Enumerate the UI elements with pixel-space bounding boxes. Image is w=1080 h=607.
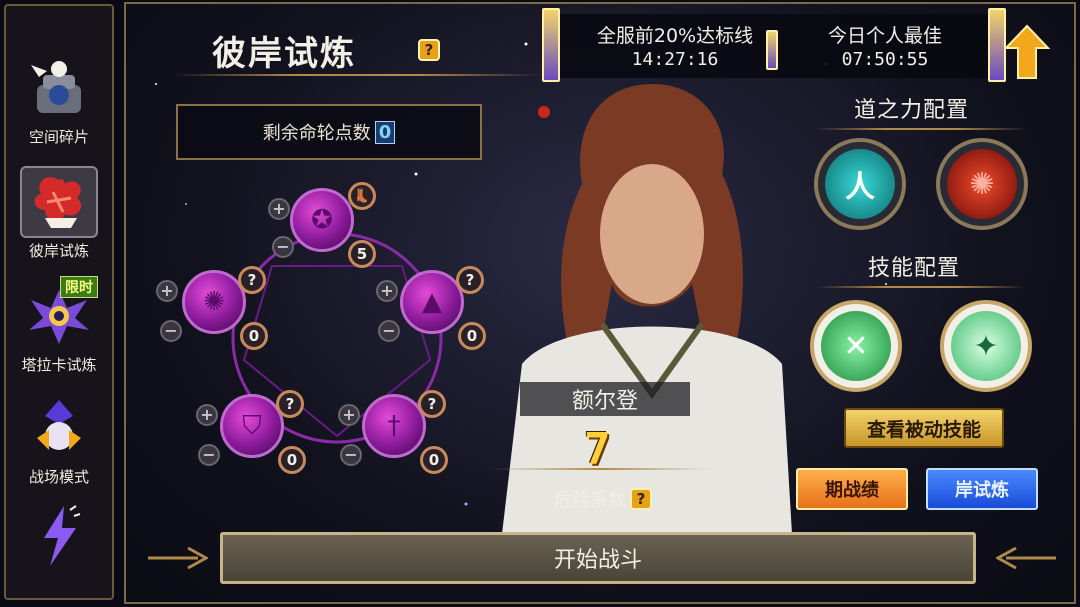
trial-tab-button[interactable]: 岸试炼	[926, 468, 1038, 510]
start-battle-button[interactable]: 开始战斗	[220, 532, 976, 584]
title-divider	[172, 74, 542, 76]
ornament-left-icon	[148, 546, 208, 570]
limited-time-badge: 限时	[60, 276, 98, 298]
skill-orb-arrows[interactable]: ✦	[940, 300, 1032, 392]
sidebar-item-extra[interactable]	[12, 500, 106, 600]
lightning-icon	[20, 500, 98, 572]
dao-orb-human[interactable]: 人	[814, 138, 906, 230]
fate-node-level: 0	[420, 446, 448, 474]
sidebar-item-space-fragment[interactable]: 空间碎片	[12, 52, 106, 152]
fate-node-bottom-right[interactable]: †	[362, 394, 426, 458]
node-locked-badge: ?	[238, 266, 266, 294]
danger-divider	[490, 468, 710, 470]
arrow-rain-icon: ✦	[951, 311, 1021, 381]
flame-rune-icon: ✺	[947, 149, 1017, 219]
hero-name: 额尔登	[520, 382, 690, 416]
dao-divider	[816, 128, 1026, 130]
fate-points-label: 剩余命轮点数	[262, 123, 371, 144]
danger-level-label: 危险系数	[554, 490, 626, 511]
node-locked-badge: ?	[456, 266, 484, 294]
fate-node-top[interactable]: ✪	[290, 188, 354, 252]
sidebar-item-taraka[interactable]: 限时 塔拉卡试炼	[12, 276, 106, 380]
arrow-up-icon[interactable]	[1004, 24, 1050, 80]
node-plus-button[interactable]: +	[196, 404, 218, 426]
node-minus-button[interactable]: −	[198, 444, 220, 466]
personal-best-label: 今日个人最佳	[827, 25, 942, 47]
ornament-right-icon	[996, 546, 1056, 570]
battlefield-crystal-icon	[20, 392, 98, 464]
fate-node-level: 5	[348, 240, 376, 268]
node-plus-button[interactable]: +	[268, 198, 290, 220]
skill-divider	[816, 286, 1026, 288]
node-minus-button[interactable]: −	[160, 320, 182, 342]
trial-panel: 彼岸试炼 ? 剩余命轮点数 0 全服前20%达标线 14:27:16 今日个人最…	[124, 2, 1076, 604]
personal-best-stat: 今日个人最佳 07:50:55	[800, 24, 970, 72]
dao-orb-flame[interactable]: ✺	[936, 138, 1028, 230]
node-locked-badge: ?	[418, 390, 446, 418]
crossed-blades-icon: ✕	[821, 311, 891, 381]
node-minus-button[interactable]: −	[272, 236, 294, 258]
fate-node-level: 0	[240, 322, 268, 350]
danger-help-button[interactable]: ?	[630, 488, 652, 510]
fate-node-bottom-left[interactable]: ⛉	[220, 394, 284, 458]
dao-config-title: 道之力配置	[854, 98, 970, 123]
title-help-button[interactable]: ?	[418, 39, 440, 61]
page-title: 彼岸试炼	[212, 34, 356, 74]
hero-portrait	[502, 84, 792, 534]
sidebar-item-label: 彼岸试炼	[28, 242, 89, 260]
sidebar-item-label: 空间碎片	[28, 128, 89, 146]
fate-node-left[interactable]: ✺	[182, 270, 246, 334]
fate-node-level: 0	[458, 322, 486, 350]
fate-node-level: 0	[278, 446, 306, 474]
sidebar-item-label: 战场模式	[28, 468, 89, 486]
danger-level-row: 危险系数 ?	[554, 486, 652, 512]
sidebar-item-trial[interactable]: 彼岸试炼	[12, 166, 106, 266]
season-record-button[interactable]: 期战绩	[796, 468, 908, 510]
sidebar-item-battlefield[interactable]: 战场模式	[12, 392, 106, 492]
node-plus-button[interactable]: +	[338, 404, 360, 426]
game-screen: 空间碎片 彼岸试炼 限时 塔拉卡试炼 战场模式 彼岸试炼 ? 剩余命轮点数 0 …	[0, 0, 1080, 607]
node-plus-button[interactable]: +	[376, 280, 398, 302]
fate-node-right[interactable]: ▲	[400, 270, 464, 334]
personal-best-time: 07:50:55	[841, 49, 929, 70]
node-locked-badge: ?	[276, 390, 304, 418]
mode-sidebar: 空间碎片 彼岸试炼 限时 塔拉卡试炼 战场模式	[4, 4, 114, 600]
server-threshold-label: 全服前20%达标线	[596, 25, 754, 47]
human-glyph-icon: 人	[825, 149, 895, 219]
node-minus-button[interactable]: −	[378, 320, 400, 342]
node-plus-button[interactable]: +	[156, 280, 178, 302]
fate-points-panel: 剩余命轮点数 0	[176, 104, 482, 160]
node-minus-button[interactable]: −	[340, 444, 362, 466]
boot-icon: 👢	[348, 182, 376, 210]
skill-orb-blades[interactable]: ✕	[810, 300, 902, 392]
skill-config-title: 技能配置	[868, 256, 961, 281]
fate-points-value: 0	[374, 120, 396, 144]
space-fragment-icon	[20, 52, 98, 124]
view-passive-skills-button[interactable]: 查看被动技能	[844, 408, 1004, 448]
red-flower-icon	[20, 166, 98, 238]
sidebar-item-label: 塔拉卡试炼	[21, 356, 97, 374]
